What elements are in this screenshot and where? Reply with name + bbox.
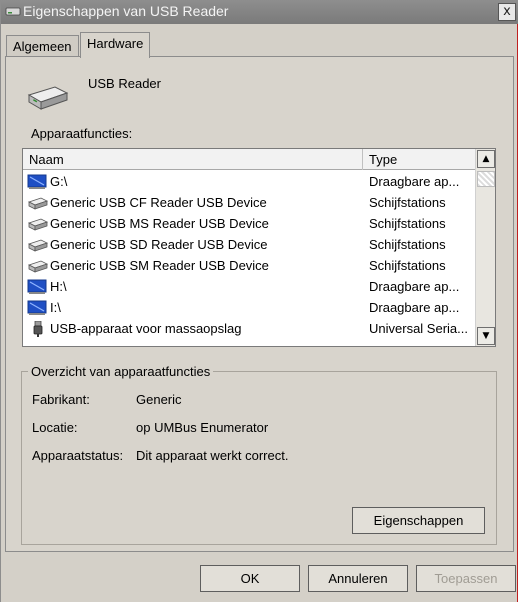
group-title: Overzicht van apparaatfuncties [28, 364, 214, 379]
ok-button[interactable]: OK [200, 565, 300, 592]
list-item[interactable]: Generic USB MS Reader USB Device Schijfs… [23, 213, 476, 234]
dialog-window: Eigenschappen van USB Reader x Algemeen … [0, 0, 518, 602]
list-header: Naam Type [23, 149, 476, 170]
list-item[interactable]: Generic USB CF Reader USB Device Schijfs… [23, 192, 476, 213]
tab-algemeen[interactable]: Algemeen [6, 35, 79, 57]
list-item[interactable]: H:\ Draagbare ap... [23, 276, 476, 297]
tab-label: Hardware [87, 36, 144, 51]
list-item[interactable]: USB-apparaat voor massaopslag Universal … [23, 318, 476, 339]
scroll-up-button[interactable]: ▲ [477, 150, 495, 168]
column-label: Type [369, 152, 398, 167]
disk-drive-icon [27, 218, 49, 231]
column-header-name[interactable]: Naam [23, 149, 363, 170]
column-label: Naam [29, 152, 64, 167]
disk-drive-icon [27, 86, 69, 110]
list-scrollbar[interactable]: ▲ ▼ [475, 149, 495, 346]
list-item[interactable]: Generic USB SD Reader USB Device Schijfs… [23, 234, 476, 255]
scroll-down-button[interactable]: ▼ [477, 327, 495, 345]
arrow-up-icon: ▲ [482, 154, 490, 164]
tab-hardware[interactable]: Hardware [80, 32, 151, 58]
disk-drive-icon [27, 197, 49, 210]
list-item[interactable]: Generic USB SM Reader USB Device Schijfs… [23, 255, 476, 276]
device-functions-list[interactable]: Naam Type G:\ Draagbare ap... Generic US… [22, 148, 496, 347]
manufacturer-label: Fabrikant: [32, 392, 90, 407]
properties-button[interactable]: Eigenschappen [352, 507, 485, 534]
close-button[interactable]: x [498, 3, 516, 21]
cancel-button[interactable]: Annuleren [308, 565, 408, 592]
list-item[interactable]: G:\ Draagbare ap... [23, 171, 476, 192]
portable-device-icon [27, 300, 47, 315]
portable-device-icon [27, 279, 47, 294]
disk-drive-icon [27, 239, 49, 252]
scroll-thumb[interactable] [477, 171, 495, 187]
status-label: Apparaatstatus: [32, 448, 124, 463]
column-header-type[interactable]: Type [363, 149, 476, 170]
usb-plug-icon [33, 321, 43, 337]
manufacturer-value: Generic [136, 392, 182, 407]
location-label: Locatie: [32, 420, 78, 435]
window-title: Eigenschappen van USB Reader [23, 3, 229, 19]
list-item[interactable]: I:\ Draagbare ap... [23, 297, 476, 318]
functions-label: Apparaatfuncties: [31, 126, 133, 141]
usb-reader-icon [5, 7, 21, 16]
portable-device-icon [27, 174, 47, 189]
status-value: Dit apparaat werkt correct. [136, 448, 289, 463]
arrow-down-icon: ▼ [482, 331, 490, 341]
apply-button[interactable]: Toepassen [416, 565, 516, 592]
disk-drive-icon [27, 260, 49, 273]
title-bar[interactable]: Eigenschappen van USB Reader x [1, 0, 518, 24]
device-name: USB Reader [88, 76, 161, 91]
tab-label: Algemeen [13, 39, 72, 54]
location-value: op UMBus Enumerator [136, 420, 269, 435]
close-icon: x [503, 4, 511, 19]
